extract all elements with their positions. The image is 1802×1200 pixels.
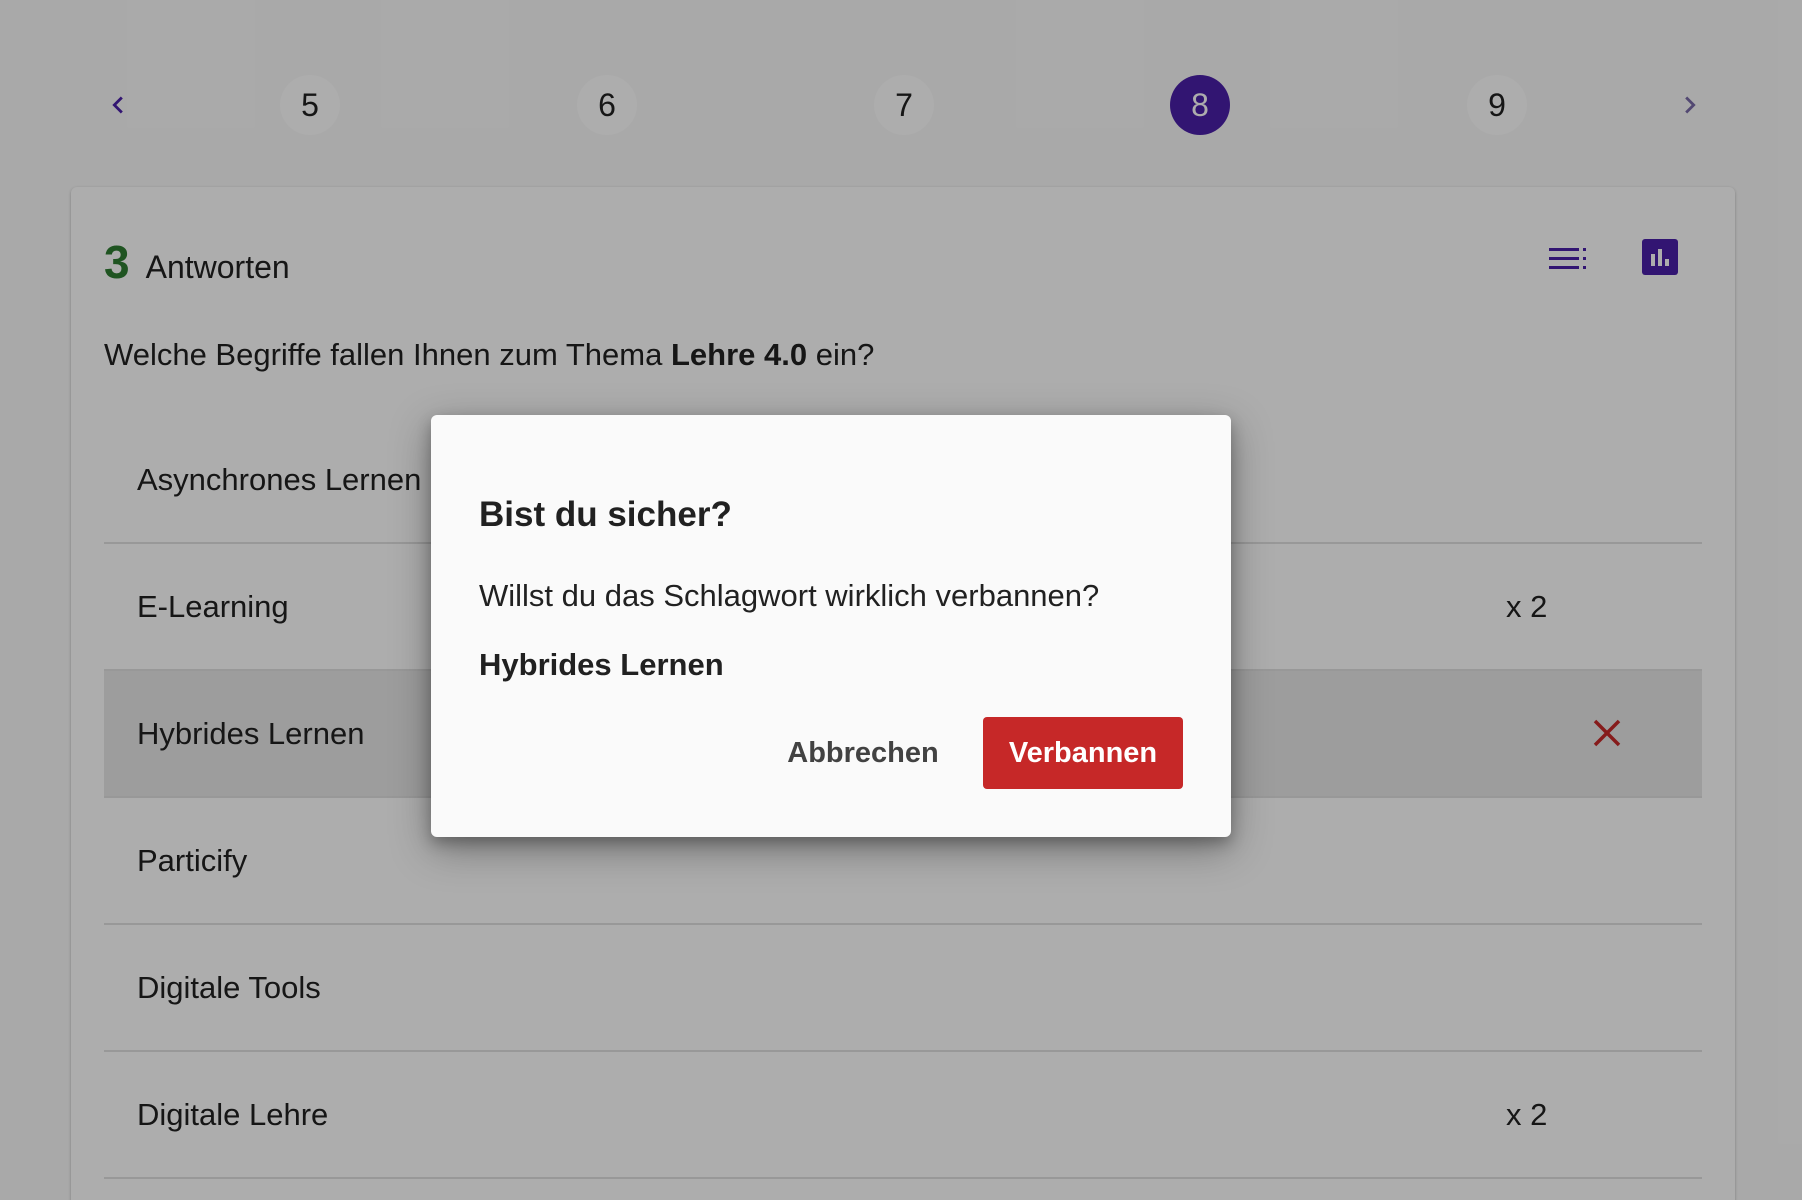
dialog-keyword: Hybrides Lernen bbox=[479, 647, 724, 682]
dialog-message: Willst du das Schlagwort wirklich verban… bbox=[479, 578, 1100, 613]
cancel-button[interactable]: Abbrechen bbox=[783, 717, 943, 789]
dialog-title: Bist du sicher? bbox=[479, 495, 732, 534]
app-root: 5 6 7 8 9 3 Antworten Welche Begriffe fa… bbox=[0, 0, 1802, 1200]
ban-button[interactable]: Verbannen bbox=[983, 717, 1183, 789]
ban-confirm-dialog: Bist du sicher? Willst du das Schlagwort… bbox=[431, 415, 1231, 837]
